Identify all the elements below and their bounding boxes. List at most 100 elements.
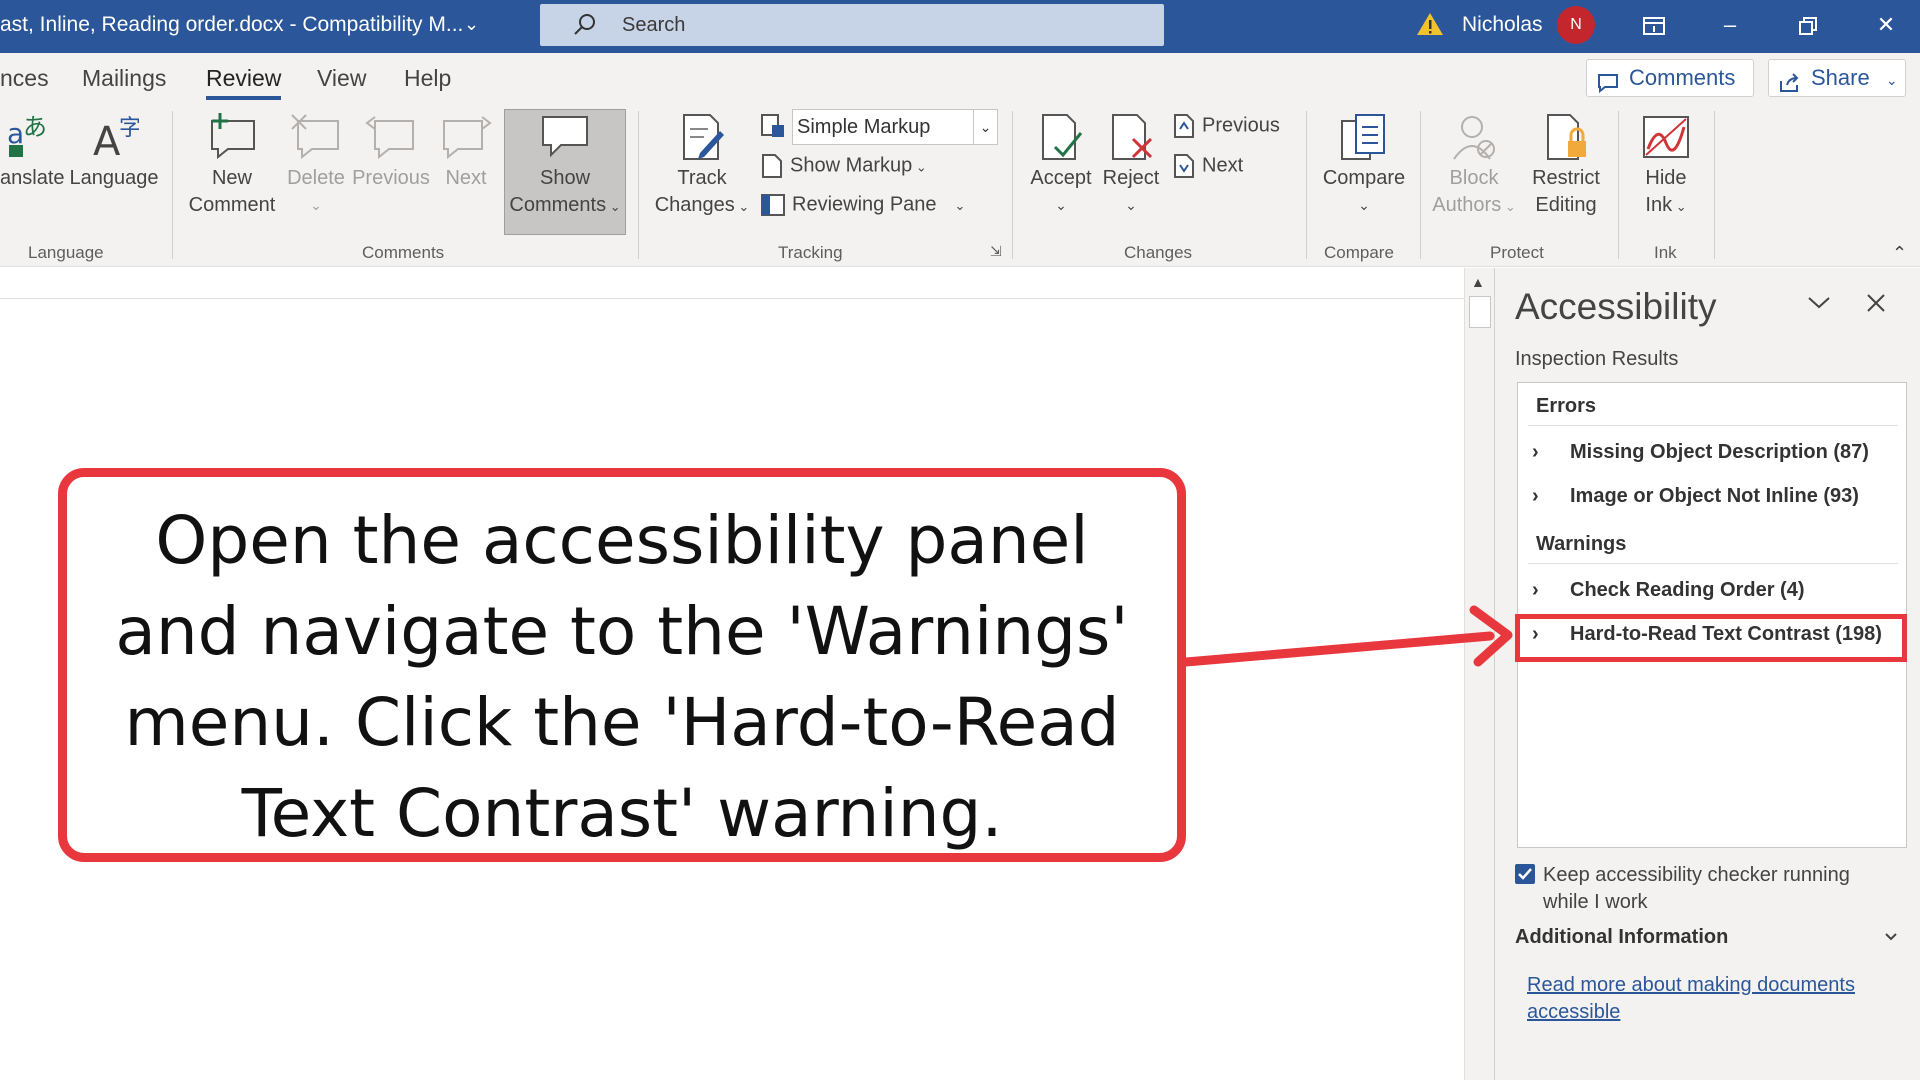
compare-group-label: Compare — [1324, 243, 1394, 262]
warning-item-reading-order[interactable]: › Check Reading Order (4) — [1532, 579, 1805, 602]
tab-mailings[interactable]: Mailings — [82, 65, 166, 92]
vertical-scrollbar[interactable]: ▲ — [1464, 268, 1494, 1080]
accept-button[interactable]: Accept ⌄ — [1024, 113, 1098, 219]
tab-review[interactable]: Review — [206, 65, 282, 100]
pane-close-icon[interactable] — [1865, 292, 1887, 319]
reject-chevron-down-icon: ⌄ — [1125, 197, 1137, 213]
reviewing-pane-button[interactable]: Reviewing Pane ⌄ — [760, 193, 965, 217]
category-divider — [1528, 563, 1898, 564]
share-chevron-down-icon[interactable]: ⌄ — [1886, 72, 1898, 88]
previous-label: Previous — [352, 167, 430, 189]
svg-text:字: 字 — [119, 116, 139, 141]
new-comment-button[interactable]: New Comment — [182, 113, 282, 219]
hide-ink-label-2: Ink — [1645, 194, 1673, 216]
keep-running-label[interactable]: Keep accessibility checker running while… — [1543, 862, 1883, 916]
next-comment-button[interactable]: Next — [436, 113, 496, 192]
ribbon: aあ anslate A字 Language Language New Comm… — [0, 103, 1920, 267]
comments-button[interactable]: Comments — [1586, 59, 1754, 97]
search-box[interactable]: Search — [540, 4, 1164, 46]
restrict-editing-button[interactable]: Restrict Editing — [1522, 113, 1610, 219]
pane-options-chevron-icon[interactable] — [1805, 292, 1833, 317]
translate-label: anslate — [0, 167, 65, 189]
error-item-missing-description[interactable]: › Missing Object Description (87) — [1532, 441, 1869, 464]
track-label-2: Changes — [654, 194, 735, 216]
scroll-up-icon[interactable]: ▲ — [1471, 274, 1485, 290]
show-markup-icon — [762, 154, 782, 178]
group-divider — [172, 111, 173, 259]
reject-button[interactable]: Reject ⌄ — [1098, 113, 1164, 219]
close-window-icon[interactable]: ✕ — [1862, 4, 1910, 46]
highlight-box — [1515, 614, 1907, 662]
show-comments-button[interactable]: Show Comments ⌄ — [504, 113, 626, 220]
tab-help[interactable]: Help — [404, 65, 451, 92]
compare-label: Compare — [1322, 167, 1406, 189]
compare-chevron-down-icon: ⌄ — [1358, 197, 1370, 213]
next-change-button[interactable]: Next — [1172, 153, 1243, 179]
compare-button[interactable]: Compare ⌄ — [1316, 113, 1412, 219]
group-divider — [1012, 111, 1013, 259]
show-markup-label: Show Markup — [790, 154, 913, 177]
new-comment-icon — [211, 113, 255, 160]
read-more-link[interactable]: Read more about making documents accessi… — [1527, 972, 1887, 1026]
keep-running-checkbox[interactable] — [1515, 864, 1535, 884]
track-chevron-icon: ⌄ — [734, 199, 750, 214]
accept-chevron-down-icon: ⌄ — [1055, 197, 1067, 213]
show-comments-label-2: Comments — [509, 194, 607, 216]
minimize-icon[interactable]: – — [1706, 4, 1754, 46]
previous-comment-icon — [365, 116, 414, 160]
comments-button-label: Comments — [1629, 65, 1736, 90]
reviewing-pane-label: Reviewing Pane — [792, 193, 937, 216]
additional-information-heading[interactable]: Additional Information — [1515, 926, 1728, 949]
next-change-icon — [1174, 154, 1194, 178]
previous-comment-button[interactable]: Previous — [352, 113, 430, 192]
hide-ink-label-1: Hide — [1645, 167, 1687, 189]
additional-info-chevron-icon[interactable] — [1883, 930, 1899, 948]
markup-dropdown-arrow-icon[interactable]: ⌄ — [973, 110, 997, 144]
avatar[interactable]: N — [1557, 6, 1595, 44]
show-markup-button[interactable]: Show Markup ⌄ — [760, 153, 927, 179]
search-placeholder: Search — [622, 14, 686, 36]
previous-change-label: Previous — [1202, 114, 1280, 137]
document-top-divider — [0, 298, 1464, 299]
title-chevron-down-icon[interactable]: ⌄ — [464, 14, 479, 35]
pane-title: Accessibility — [1515, 286, 1717, 327]
hide-ink-icon — [1643, 116, 1689, 158]
language-button[interactable]: A字 Language — [66, 113, 162, 192]
expand-chevron-icon: › — [1532, 579, 1539, 601]
warning-icon[interactable] — [1416, 11, 1444, 42]
group-divider — [1714, 111, 1715, 259]
error-item-not-inline[interactable]: › Image or Object Not Inline (93) — [1532, 485, 1859, 508]
ribbon-tabs: nces Mailings Review View Help Comments … — [0, 53, 1920, 103]
title-bar: ast, Inline, Reading order.docx - Compat… — [0, 0, 1920, 53]
previous-change-icon — [1174, 114, 1194, 138]
delete-comment-button[interactable]: Delete ⌄ — [284, 113, 348, 219]
share-button[interactable]: Share ⌄ — [1768, 59, 1906, 97]
share-icon — [1779, 68, 1801, 104]
share-button-label: Share — [1811, 65, 1870, 90]
callout-text: Open the accessibility panel and navigat… — [115, 502, 1129, 852]
reject-icon — [1112, 114, 1153, 160]
block-authors-button[interactable]: Block Authors ⌄ — [1432, 113, 1516, 220]
restore-icon[interactable] — [1784, 4, 1832, 46]
user-name[interactable]: Nicholas — [1462, 13, 1543, 37]
next-comment-icon — [443, 116, 492, 160]
error-item-label: Image or Object Not Inline (93) — [1570, 485, 1859, 507]
accessibility-pane: Accessibility Inspection Results Errors … — [1494, 268, 1920, 1080]
markup-select-value: Simple Markup — [797, 116, 931, 138]
markup-select[interactable]: Simple Markup ⌄ — [792, 109, 998, 145]
tab-view[interactable]: View — [317, 65, 366, 92]
ribbon-display-icon[interactable] — [1630, 4, 1678, 46]
scroll-thumb[interactable] — [1469, 296, 1491, 328]
reviewing-pane-icon — [761, 194, 785, 216]
hide-ink-button[interactable]: Hide Ink ⌄ — [1628, 113, 1704, 220]
new-comment-label-1: New — [211, 167, 252, 189]
track-changes-button[interactable]: Track Changes ⌄ — [650, 113, 754, 220]
tracking-group-label: Tracking — [778, 243, 843, 262]
tracking-dialog-launcher-icon[interactable]: ⇲ — [990, 243, 1002, 260]
previous-change-button[interactable]: Previous — [1172, 113, 1280, 139]
translate-button[interactable]: aあ anslate — [0, 113, 65, 192]
reviewing-pane-chevron-icon: ⌄ — [954, 198, 966, 214]
translate-icon: aあ — [7, 113, 47, 157]
collapse-ribbon-icon[interactable]: ⌃ — [1892, 243, 1907, 264]
tab-references[interactable]: nces — [0, 65, 49, 92]
